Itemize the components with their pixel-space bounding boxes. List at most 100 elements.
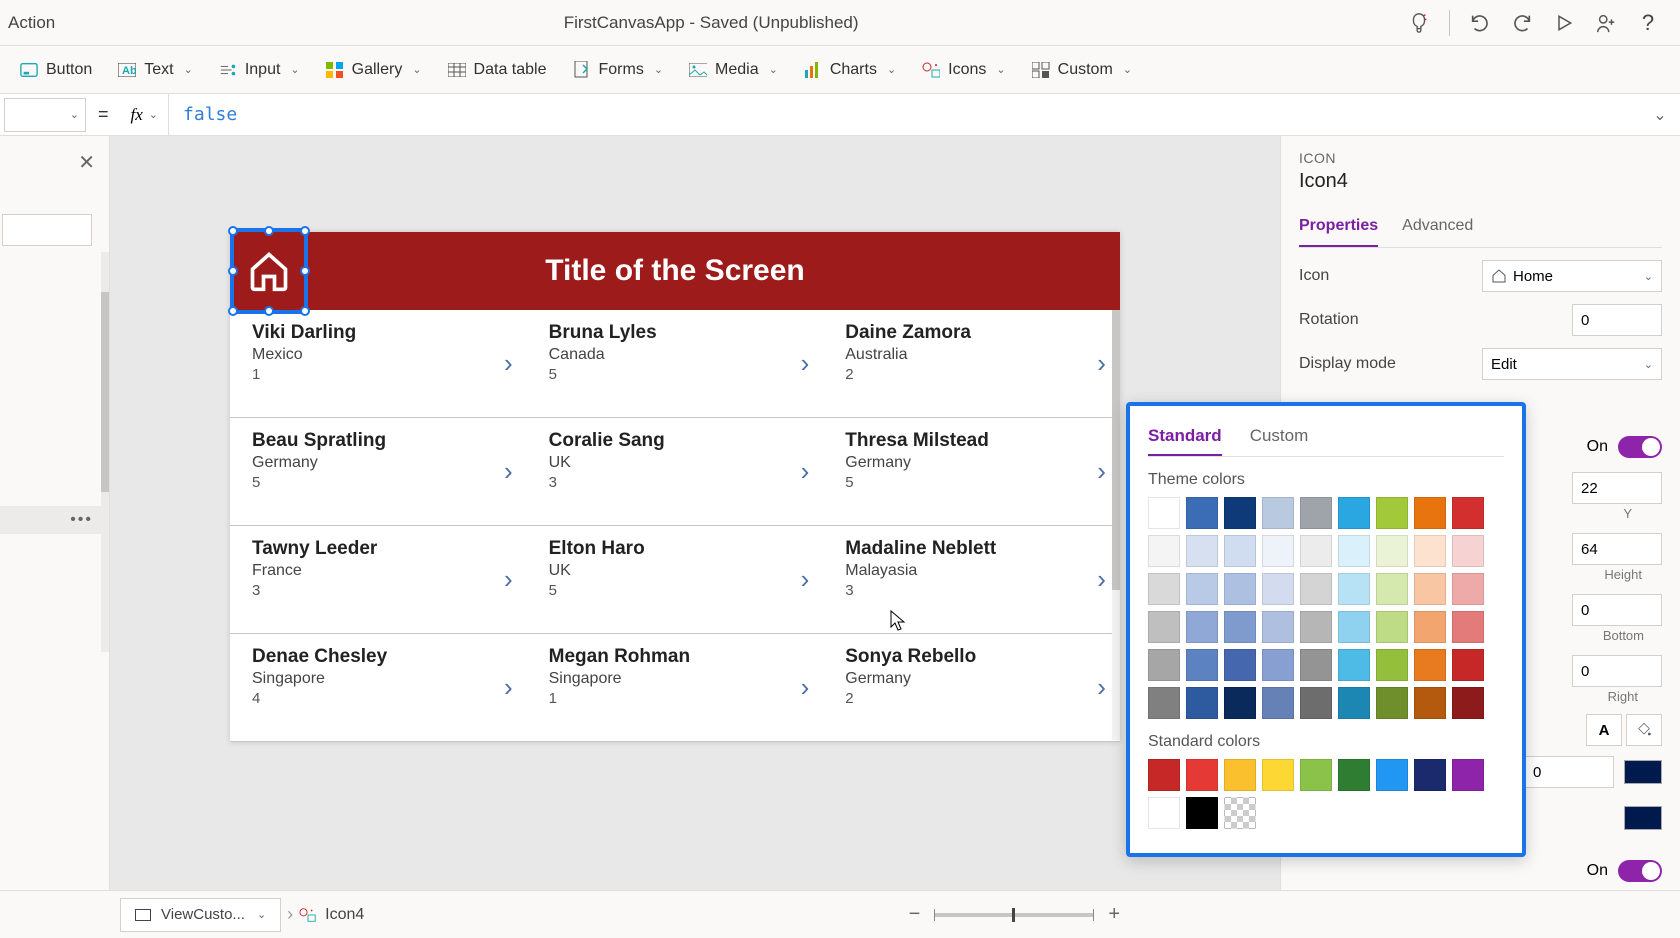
color-swatch[interactable] [1224,573,1256,605]
color-swatch[interactable] [1186,611,1218,643]
color-swatch[interactable] [1414,611,1446,643]
ribbon-icons[interactable]: Icons⌄ [912,57,1015,83]
tree-search-input[interactable] [2,214,92,246]
rotation-input[interactable]: 0 [1572,304,1662,336]
color-swatch[interactable] [1338,535,1370,567]
gallery-item[interactable]: Tawny Leeder France 3 › [230,526,527,634]
color-swatch[interactable] [1262,535,1294,567]
ribbon-text[interactable]: Ab Text⌄ [108,57,203,83]
help-icon[interactable]: ? [1636,11,1660,35]
zoom-in-button[interactable]: + [1108,903,1120,926]
color-swatch[interactable] [1452,759,1484,791]
gallery-item[interactable]: Madaline Neblett Malayasia 3 › [823,526,1120,634]
color-swatch[interactable] [1224,535,1256,567]
gallery-item[interactable]: Denae Chesley Singapore 4 › [230,634,527,742]
color-swatch[interactable] [1338,759,1370,791]
gallery-item[interactable]: Elton Haro UK 5 › [527,526,824,634]
tab-advanced[interactable]: Advanced [1402,211,1473,247]
chevron-right-icon[interactable]: › [1097,564,1106,595]
property-selector[interactable]: ⌄ [4,98,86,132]
color-swatch[interactable] [1300,497,1332,529]
color-swatch[interactable] [1186,759,1218,791]
font-color-button[interactable]: A [1586,714,1622,746]
ribbon-custom[interactable]: Custom⌄ [1022,57,1142,83]
formula-expand-icon[interactable]: ⌄ [1640,105,1680,125]
color-preview[interactable] [1624,760,1662,784]
gallery-item[interactable]: Viki Darling Mexico 1 › [230,310,527,418]
gallery-item[interactable]: Bruna Lyles Canada 5 › [527,310,824,418]
chevron-right-icon[interactable]: › [504,672,513,703]
color-swatch[interactable] [1148,759,1180,791]
color-swatch[interactable] [1262,497,1294,529]
ribbon-forms[interactable]: Forms⌄ [562,57,673,83]
color-swatch[interactable] [1224,611,1256,643]
chevron-right-icon[interactable]: › [801,456,810,487]
chevron-right-icon[interactable]: › [1097,456,1106,487]
chevron-right-icon[interactable]: › [504,564,513,595]
color-swatch[interactable] [1452,573,1484,605]
color-swatch[interactable] [1376,649,1408,681]
gallery-item[interactable]: Sonya Rebello Germany 2 › [823,634,1120,742]
formula-input[interactable] [169,94,1640,135]
chevron-right-icon[interactable]: › [504,348,513,379]
color-swatch[interactable] [1224,497,1256,529]
color-swatch[interactable] [1376,687,1408,719]
x-input[interactable]: 22 [1572,472,1662,504]
color-swatch[interactable] [1376,759,1408,791]
app-canvas[interactable]: Title of the Screen Viki Darling Mexico … [230,232,1120,742]
color-tab-standard[interactable]: Standard [1148,420,1222,456]
color-swatch[interactable] [1376,497,1408,529]
color-swatch[interactable] [1452,649,1484,681]
color-swatch[interactable] [1376,535,1408,567]
color-swatch[interactable] [1262,759,1294,791]
play-icon[interactable] [1552,11,1576,35]
ribbon-media[interactable]: Media⌄ [679,57,788,83]
color-tab-custom[interactable]: Custom [1250,420,1309,456]
canvas-area[interactable]: Title of the Screen Viki Darling Mexico … [110,136,1280,890]
color-swatch[interactable] [1338,687,1370,719]
color-swatch[interactable] [1452,535,1484,567]
zoom-out-button[interactable]: − [909,903,921,926]
icon-select[interactable]: Home ⌄ [1482,260,1662,292]
color-swatch[interactable] [1300,573,1332,605]
chevron-right-icon[interactable]: › [801,348,810,379]
padding-left-input[interactable]: 0 [1572,655,1662,687]
color-swatch[interactable] [1300,759,1332,791]
color-swatch[interactable] [1186,497,1218,529]
color-swatch[interactable] [1300,535,1332,567]
color-swatch[interactable] [1186,573,1218,605]
color-swatch[interactable] [1262,687,1294,719]
chevron-right-icon[interactable]: › [1097,672,1106,703]
gallery-item[interactable]: Coralie Sang UK 3 › [527,418,824,526]
color-swatch[interactable] [1300,687,1332,719]
canvas-scrollbar[interactable] [1112,310,1120,740]
color-swatch[interactable] [1148,687,1180,719]
chevron-right-icon[interactable]: › [801,564,810,595]
fx-button[interactable]: fx⌄ [121,94,170,135]
color-swatch[interactable] [1262,649,1294,681]
menu-action[interactable]: Action [0,13,55,33]
color-swatch[interactable] [1148,497,1180,529]
color-swatch[interactable] [1224,759,1256,791]
color-swatch[interactable] [1148,535,1180,567]
color-swatch[interactable] [1338,573,1370,605]
tree-scrollbar[interactable] [101,252,109,652]
color-swatch[interactable] [1186,535,1218,567]
color-swatch[interactable] [1338,611,1370,643]
color-preview-2[interactable] [1624,806,1662,830]
color-swatch[interactable] [1148,573,1180,605]
color-swatch[interactable] [1376,573,1408,605]
gallery-item[interactable]: Megan Rohman Singapore 1 › [527,634,824,742]
visible-toggle[interactable] [1618,436,1662,458]
close-icon[interactable]: ✕ [78,150,95,175]
color-swatch[interactable] [1414,573,1446,605]
zoom-slider[interactable] [934,913,1094,917]
color-swatch[interactable] [1186,649,1218,681]
color-swatch[interactable] [1376,611,1408,643]
color-swatch[interactable] [1452,687,1484,719]
color-num-input[interactable]: 0 [1524,756,1614,788]
color-swatch[interactable] [1224,797,1256,829]
chevron-right-icon[interactable]: › [1097,348,1106,379]
ribbon-datatable[interactable]: Data table [438,57,557,83]
color-swatch[interactable] [1300,649,1332,681]
